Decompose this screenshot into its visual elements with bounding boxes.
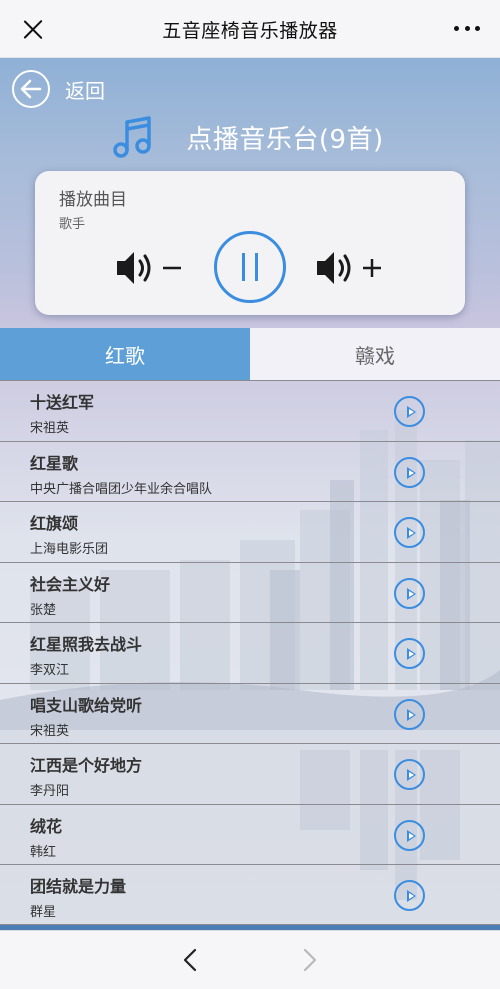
song-name: 团结就是力量 bbox=[30, 877, 127, 896]
list-item[interactable]: 江西是个好地方 李丹阳 bbox=[0, 743, 500, 804]
list-item[interactable]: 唱支山歌给党听 宋祖英 bbox=[0, 682, 500, 744]
song-singer: 上海电影乐团 bbox=[30, 542, 109, 557]
bottom-nav-bar bbox=[0, 930, 500, 989]
list-item[interactable]: 团结就是力量 群星 bbox=[0, 864, 500, 925]
play-icon[interactable] bbox=[394, 517, 425, 548]
play-icon[interactable] bbox=[394, 638, 425, 669]
play-icon[interactable] bbox=[394, 577, 425, 609]
song-name: 唱支山歌给党听 bbox=[30, 695, 143, 715]
song-list: 十送红军 宋祖英 红星歌 中央广播合唱团少年业余合唱队 红旗颂 上海电影乐团 社… bbox=[0, 380, 500, 925]
song-name: 江西是个好地方 bbox=[30, 756, 143, 775]
radio-header: 点播音乐台(9首) bbox=[0, 114, 500, 160]
play-icon[interactable] bbox=[394, 396, 425, 427]
radio-title: 点播音乐台(9首) bbox=[186, 124, 384, 155]
play-icon[interactable] bbox=[394, 759, 425, 790]
top-bar: 五音座椅音乐播放器 bbox=[0, 0, 500, 58]
song-singer: 李丹阳 bbox=[30, 784, 70, 799]
current-song-label: 播放曲目 bbox=[59, 190, 127, 210]
play-icon[interactable] bbox=[394, 880, 425, 911]
pause-icon bbox=[242, 253, 245, 281]
song-singer: 群星 bbox=[30, 905, 57, 920]
list-item[interactable]: 红星照我去战斗 李双江 bbox=[0, 622, 500, 683]
song-name: 绒花 bbox=[30, 816, 63, 836]
category-tabs: 红歌 赣戏 bbox=[0, 328, 500, 380]
player-card: 播放曲目 歌手 bbox=[35, 171, 465, 315]
song-name: 红星歌 bbox=[30, 453, 79, 473]
song-singer: 宋祖英 bbox=[30, 723, 70, 739]
song-name: 社会主义好 bbox=[30, 574, 111, 594]
play-icon[interactable] bbox=[394, 698, 425, 730]
list-item[interactable]: 社会主义好 张楚 bbox=[0, 561, 500, 623]
pause-button[interactable] bbox=[214, 231, 286, 303]
music-note-icon bbox=[113, 116, 152, 158]
current-artist-label: 歌手 bbox=[59, 217, 86, 232]
tab-red-songs[interactable]: 红歌 bbox=[0, 328, 250, 380]
chevron-left-icon[interactable] bbox=[180, 948, 202, 972]
window-title: 五音座椅音乐播放器 bbox=[162, 20, 338, 42]
app-content: 返回 点播音乐台(9首) 播放曲目 歌手 红歌 赣戏 十送红军 宋祖英 红星歌 … bbox=[0, 58, 500, 930]
song-singer: 李双江 bbox=[30, 663, 70, 678]
play-icon[interactable] bbox=[394, 819, 425, 851]
play-icon[interactable] bbox=[394, 456, 425, 488]
song-singer: 宋祖英 bbox=[30, 421, 70, 436]
volume-up-icon[interactable] bbox=[315, 247, 387, 289]
list-item[interactable]: 绒花 韩红 bbox=[0, 803, 500, 865]
volume-down-icon[interactable] bbox=[115, 247, 187, 289]
song-name: 红星照我去战斗 bbox=[30, 635, 143, 654]
list-item[interactable]: 红旗颂 上海电影乐团 bbox=[0, 501, 500, 562]
song-singer: 中央广播合唱团少年业余合唱队 bbox=[30, 481, 213, 497]
song-singer: 韩红 bbox=[30, 844, 57, 860]
song-name: 红旗颂 bbox=[30, 514, 79, 533]
chevron-right-icon[interactable] bbox=[298, 948, 320, 972]
list-item[interactable]: 红星歌 中央广播合唱团少年业余合唱队 bbox=[0, 440, 500, 502]
song-singer: 张楚 bbox=[30, 602, 57, 618]
back-arrow-icon bbox=[12, 70, 50, 108]
song-name: 十送红军 bbox=[30, 393, 95, 412]
back-label: 返回 bbox=[65, 78, 105, 103]
tab-gan-opera[interactable]: 赣戏 bbox=[250, 328, 500, 380]
more-dots-icon[interactable] bbox=[454, 26, 480, 32]
list-item[interactable]: 十送红军 宋祖英 bbox=[0, 380, 500, 441]
back-button[interactable]: 返回 bbox=[12, 70, 105, 108]
